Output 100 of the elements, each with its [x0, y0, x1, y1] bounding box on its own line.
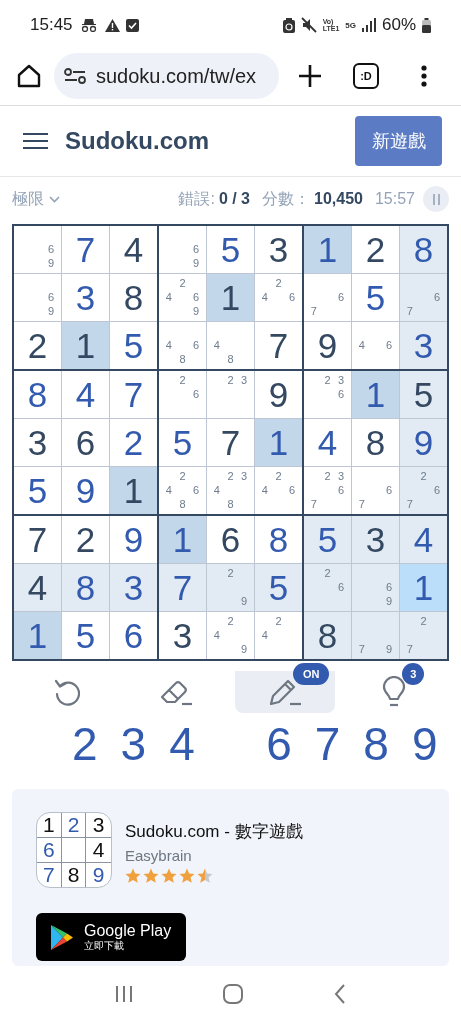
- sudoku-cell[interactable]: 7: [207, 419, 254, 466]
- sudoku-cell[interactable]: 3: [14, 419, 61, 466]
- sudoku-cell[interactable]: 2 4: [255, 612, 302, 659]
- sudoku-cell[interactable]: 8: [14, 371, 61, 418]
- number-key[interactable]: 4: [169, 721, 195, 767]
- sudoku-cell[interactable]: 2 4 6: [255, 467, 302, 514]
- sudoku-cell[interactable]: 8: [255, 516, 302, 563]
- new-game-button[interactable]: 新遊戲: [355, 116, 442, 166]
- sudoku-cell[interactable]: 6 9: [159, 226, 206, 273]
- sudoku-cell[interactable]: 2: [62, 516, 109, 563]
- sudoku-cell[interactable]: 8: [352, 419, 399, 466]
- sudoku-cell[interactable]: 2: [14, 322, 61, 369]
- sudoku-cell[interactable]: 5: [352, 274, 399, 321]
- sudoku-cell[interactable]: 2 6 7: [400, 467, 447, 514]
- site-logo[interactable]: Sudoku.com: [65, 127, 209, 155]
- sudoku-cell[interactable]: 7: [159, 564, 206, 611]
- sudoku-cell[interactable]: 1: [304, 226, 351, 273]
- sudoku-cell[interactable]: 6: [62, 419, 109, 466]
- sudoku-cell[interactable]: 2 6: [304, 564, 351, 611]
- new-tab-icon[interactable]: [299, 65, 321, 87]
- number-key[interactable]: 8: [363, 721, 389, 767]
- app-title[interactable]: Sudoku.com - 數字遊戲: [125, 820, 303, 843]
- sudoku-cell[interactable]: 2 4 6: [255, 274, 302, 321]
- sudoku-cell[interactable]: 5: [14, 467, 61, 514]
- sudoku-cell[interactable]: 1: [207, 274, 254, 321]
- sudoku-cell[interactable]: 2 7: [400, 612, 447, 659]
- sudoku-cell[interactable]: 1: [400, 564, 447, 611]
- sudoku-cell[interactable]: 6: [207, 516, 254, 563]
- more-menu-icon[interactable]: [421, 65, 427, 87]
- sudoku-cell[interactable]: 8: [110, 274, 157, 321]
- sudoku-cell[interactable]: 3: [62, 274, 109, 321]
- sudoku-cell[interactable]: 2 3 4 8: [207, 467, 254, 514]
- menu-icon[interactable]: [23, 133, 48, 149]
- sudoku-cell[interactable]: 7: [255, 322, 302, 369]
- sudoku-cell[interactable]: 7: [110, 371, 157, 418]
- sudoku-cell[interactable]: 4: [304, 419, 351, 466]
- number-key[interactable]: 2: [72, 721, 98, 767]
- sudoku-cell[interactable]: 6: [110, 612, 157, 659]
- home-icon[interactable]: [16, 63, 42, 89]
- sudoku-cell[interactable]: 1: [255, 419, 302, 466]
- sudoku-cell[interactable]: 6 7: [304, 274, 351, 321]
- google-play-badge[interactable]: Google Play 立即下載: [36, 913, 186, 961]
- sudoku-cell[interactable]: 6 7: [400, 274, 447, 321]
- site-settings-icon[interactable]: [64, 68, 86, 84]
- home-button-icon[interactable]: [223, 984, 244, 1004]
- sudoku-cell[interactable]: 4 8: [207, 322, 254, 369]
- tab-count-button[interactable]: :D: [353, 63, 379, 89]
- sudoku-cell[interactable]: 9: [110, 516, 157, 563]
- sudoku-cell[interactable]: 3: [400, 322, 447, 369]
- sudoku-cell[interactable]: 5: [400, 371, 447, 418]
- back-icon[interactable]: [333, 984, 346, 1004]
- sudoku-cell[interactable]: 2 9: [207, 564, 254, 611]
- hint-button[interactable]: 3: [344, 663, 445, 713]
- sudoku-cell[interactable]: 9: [400, 419, 447, 466]
- sudoku-cell[interactable]: 5: [159, 419, 206, 466]
- sudoku-cell[interactable]: 4: [14, 564, 61, 611]
- sudoku-cell[interactable]: 3: [159, 612, 206, 659]
- sudoku-cell[interactable]: 6 7: [352, 467, 399, 514]
- sudoku-cell[interactable]: 2: [110, 419, 157, 466]
- sudoku-cell[interactable]: 1: [14, 612, 61, 659]
- sudoku-cell[interactable]: 1: [62, 322, 109, 369]
- sudoku-cell[interactable]: 2 4 6 8: [159, 467, 206, 514]
- sudoku-cell[interactable]: 4: [62, 371, 109, 418]
- address-bar[interactable]: sudoku.com/tw/ex: [54, 53, 279, 99]
- sudoku-cell[interactable]: 6 9: [14, 274, 61, 321]
- sudoku-cell[interactable]: 8: [304, 612, 351, 659]
- sudoku-cell[interactable]: 5: [110, 322, 157, 369]
- sudoku-cell[interactable]: 4 6 8: [159, 322, 206, 369]
- sudoku-cell[interactable]: 1: [110, 467, 157, 514]
- sudoku-cell[interactable]: 5: [255, 564, 302, 611]
- recent-apps-icon[interactable]: [115, 985, 134, 1003]
- sudoku-cell[interactable]: 2 4 9: [207, 612, 254, 659]
- sudoku-cell[interactable]: 6 9: [14, 226, 61, 273]
- notes-button[interactable]: ON: [235, 663, 336, 713]
- sudoku-cell[interactable]: 3: [110, 564, 157, 611]
- sudoku-cell[interactable]: 7 9: [352, 612, 399, 659]
- sudoku-cell[interactable]: 8: [400, 226, 447, 273]
- sudoku-cell[interactable]: 4: [400, 516, 447, 563]
- sudoku-cell[interactable]: 4 6: [352, 322, 399, 369]
- sudoku-cell[interactable]: 2: [352, 226, 399, 273]
- sudoku-cell[interactable]: 8: [62, 564, 109, 611]
- sudoku-cell[interactable]: 3: [255, 226, 302, 273]
- sudoku-cell[interactable]: 2 3 6 7: [304, 467, 351, 514]
- sudoku-cell[interactable]: 7: [14, 516, 61, 563]
- sudoku-cell[interactable]: 3: [352, 516, 399, 563]
- sudoku-cell[interactable]: 9: [255, 371, 302, 418]
- sudoku-cell[interactable]: 1: [352, 371, 399, 418]
- sudoku-cell[interactable]: 5: [207, 226, 254, 273]
- sudoku-cell[interactable]: 4: [110, 226, 157, 273]
- sudoku-cell[interactable]: 5: [62, 612, 109, 659]
- number-key[interactable]: 6: [266, 721, 292, 767]
- number-key[interactable]: 9: [411, 721, 438, 767]
- sudoku-cell[interactable]: 6 9: [352, 564, 399, 611]
- sudoku-cell[interactable]: 2 6: [159, 371, 206, 418]
- sudoku-cell[interactable]: 2 3 6: [304, 371, 351, 418]
- sudoku-cell[interactable]: 5: [304, 516, 351, 563]
- sudoku-cell[interactable]: 2 3: [207, 371, 254, 418]
- number-key[interactable]: 3: [120, 721, 147, 767]
- sudoku-cell[interactable]: 9: [304, 322, 351, 369]
- app-icon[interactable]: 1 2 3 6 4 7 8 9: [36, 812, 112, 888]
